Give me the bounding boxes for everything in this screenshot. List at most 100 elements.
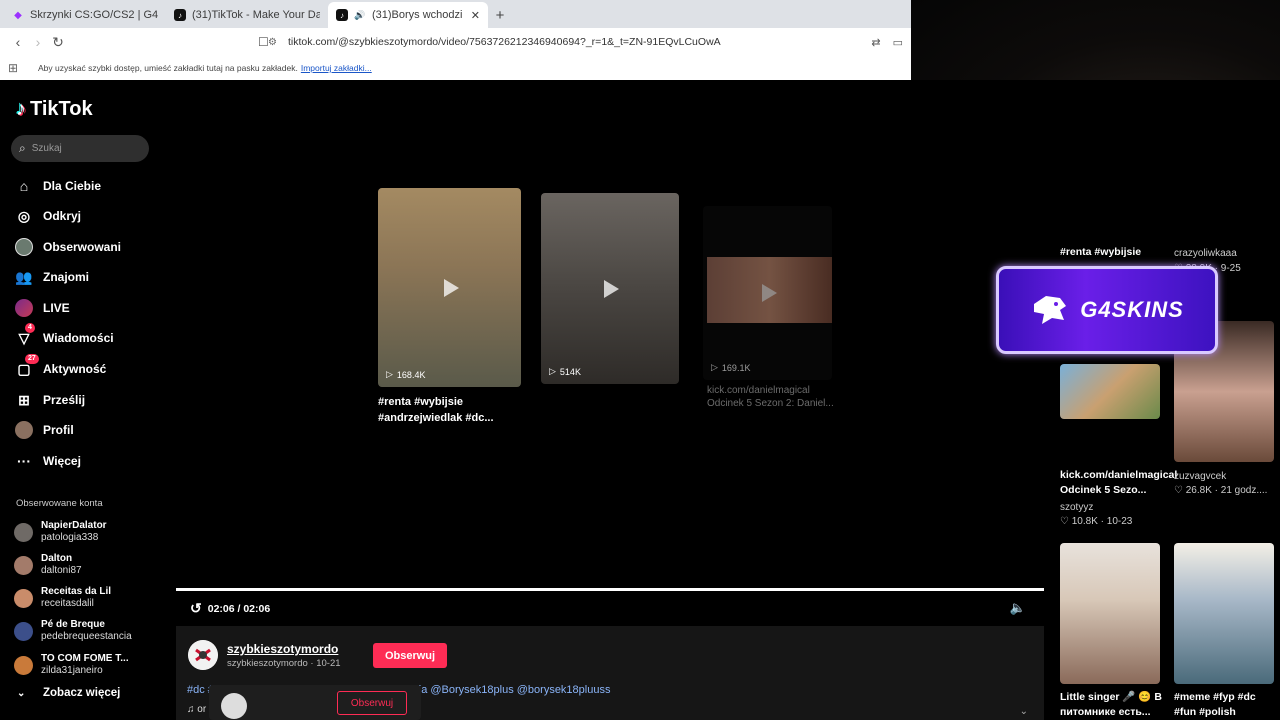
account-handle: pedebrequeestancia <box>41 631 132 642</box>
recommended-title[interactable]: #meme #fyp #dc #fun #polish <box>1174 690 1278 720</box>
bookmark-icon[interactable]: ☐ <box>258 35 272 49</box>
related-video-card[interactable]: ▷ 169.1K <box>703 206 832 380</box>
author-avatar-image <box>188 640 218 670</box>
follow-button[interactable]: Obserwuj <box>373 643 447 668</box>
bookmarks-bar: ⊞ Aby uzyskać szybki dostęp, umieść zakł… <box>0 56 911 80</box>
nav-friends[interactable]: 👥 Znajomi <box>15 264 89 290</box>
nav-following[interactable]: Obserwowani <box>15 234 121 260</box>
nav-live[interactable]: LIVE <box>15 295 70 321</box>
account-name: Receitas da Lil <box>41 586 112 597</box>
tab-title: (31)TikTok - Make Your Day <box>192 9 320 21</box>
nav-label: Więcej <box>43 454 81 468</box>
avatar <box>14 522 33 542</box>
tab-bar: ◆ Skrzynki CS:GO/CS2 | G4Skins Case o ♪ … <box>0 0 911 28</box>
messages-badge: 4 <box>25 323 35 333</box>
url-text: tiktok.com/@szybkieszotymordo/video/7563… <box>288 36 721 48</box>
g4skins-lion-icon <box>1034 296 1067 324</box>
video-player[interactable]: ▷ 168.4K #renta #wybijsie #andrzejwiedlak… <box>176 80 1044 588</box>
related-video-caption[interactable]: #renta #wybijsie #andrzejwiedlak #dc... <box>378 394 528 426</box>
see-more-button[interactable]: ⌄ Zobacz więcej <box>17 687 120 699</box>
recommended-title[interactable]: Little singer 🎤 😊 В питомнике есть... <box>1060 690 1164 720</box>
view-count: ▷ 169.1K <box>711 362 750 373</box>
nav-messages[interactable]: ▽ 4 Wiadomości <box>15 323 114 351</box>
tiktok-favicon-icon: ♪ <box>174 9 186 21</box>
nav-profile[interactable]: Profil <box>15 417 74 443</box>
recommended-stats: ♡ 26.8K · 21 godz.... <box>1174 485 1268 496</box>
back-icon[interactable]: ‹ <box>8 34 28 50</box>
nav-label: LIVE <box>43 301 70 315</box>
avatar <box>221 693 247 719</box>
reload-icon[interactable]: ↻ <box>48 34 68 51</box>
recommended-user[interactable]: szotyyz <box>1060 500 1093 515</box>
account-name: Pé de Breque <box>41 619 105 630</box>
play-icon <box>604 279 619 298</box>
volume-icon[interactable]: 🔈 <box>1010 600 1026 616</box>
nav-explore[interactable]: ◎ Odkryj <box>15 203 81 229</box>
time-display: 02:06 / 02:06 <box>207 602 271 615</box>
recommended-title[interactable]: kick.com/danielmagical Odcinek 5 Sezo... <box>1060 468 1177 498</box>
search-input[interactable]: ⌕ Szukaj <box>11 135 149 162</box>
close-tab-icon[interactable]: ✕ <box>471 9 480 22</box>
apps-grid-icon[interactable]: ⊞ <box>8 61 22 75</box>
tiktok-logo[interactable]: ♪ TikTok <box>16 98 93 121</box>
g4skins-banner: G4SKINS <box>996 266 1218 354</box>
author-name-link[interactable]: szybkieszotymordo <box>227 642 338 656</box>
cast-icon[interactable]: ▭ <box>893 36 903 49</box>
related-video-card[interactable]: ▷ 168.4K <box>378 188 521 387</box>
g4skins-logo-text: G4SKINS <box>1080 297 1184 322</box>
forward-icon[interactable]: › <box>28 34 48 50</box>
followed-account[interactable]: Receitas da Lil receitasdalil <box>14 586 111 610</box>
recommended-user[interactable]: crazyoliwkaaa <box>1174 246 1237 261</box>
tab-tiktok-home[interactable]: ♪ (31)TikTok - Make Your Day <box>166 2 328 28</box>
followed-account[interactable]: NapierDalator patologia338 <box>14 520 107 544</box>
nav-upload[interactable]: ⊞ Prześlij <box>15 387 85 413</box>
followed-account[interactable]: TO COM FOME T... zilda31janeiro <box>14 653 129 677</box>
recommended-title[interactable]: #renta #wybijsie <box>1060 245 1141 260</box>
play-small-icon: ▷ <box>711 362 718 372</box>
avatar <box>14 621 33 641</box>
nav-more[interactable]: ··· Więcej <box>15 448 81 474</box>
friends-icon: 👥 <box>15 268 33 285</box>
chevron-down-icon[interactable]: ⌄ <box>1020 706 1028 717</box>
translate-icon[interactable]: ⇄ <box>871 36 880 49</box>
account-handle: receitasdalil <box>41 598 94 609</box>
send-icon: ▽ 4 <box>15 323 35 347</box>
account-handle: zilda31janeiro <box>41 665 103 676</box>
nav-activity[interactable]: ▢ 27 Aktywność <box>15 354 107 382</box>
nav-label: Dla Ciebie <box>43 179 102 193</box>
chevron-down-icon: ⌄ <box>17 687 26 699</box>
tiktok-logo-icon: ♪ <box>16 98 26 120</box>
views-label: 169.1K <box>721 362 751 373</box>
hover-follow-button[interactable]: Obserwuj <box>337 691 407 715</box>
profile-avatar-icon <box>15 421 33 439</box>
views-label: 168.4K <box>396 369 426 380</box>
view-count: ▷ 514K <box>549 366 581 377</box>
replay-icon[interactable]: ↺ <box>190 600 202 617</box>
play-icon <box>443 278 459 297</box>
related-video-card[interactable]: ▷ 514K <box>541 193 679 384</box>
nav-label: Znajomi <box>43 270 90 284</box>
author-avatar[interactable] <box>188 640 218 670</box>
url-field[interactable]: ⚙ tiktok.com/@szybkieszotymordo/video/75… <box>268 36 859 48</box>
logo-text: TikTok <box>30 98 93 120</box>
tab-g4skins[interactable]: ◆ Skrzynki CS:GO/CS2 | G4Skins Case o <box>4 2 166 28</box>
recommended-thumbnail[interactable] <box>1174 543 1274 684</box>
recommended-thumbnail[interactable] <box>1060 543 1160 684</box>
account-handle: patologia338 <box>41 532 99 543</box>
author-hover-card: Obserwuj <box>209 685 421 720</box>
new-tab-button[interactable]: + <box>488 2 512 28</box>
play-icon <box>761 284 777 302</box>
nav-for-you[interactable]: ⌂ Dla Ciebie <box>15 173 101 199</box>
import-bookmarks-link[interactable]: Importuj zakładki... <box>301 63 372 73</box>
recommended-user[interactable]: zuzvagvcek <box>1174 469 1226 484</box>
followed-account[interactable]: Pé de Breque pedebrequeestancia <box>14 619 132 643</box>
recommended-thumbnail[interactable] <box>1060 364 1160 419</box>
related-video-caption[interactable]: kick.com/danielmagical Odcinek 5 Sezon 2… <box>707 384 837 410</box>
nav-label: Prześlij <box>43 393 86 407</box>
music-label[interactable]: ♫ or <box>187 704 206 715</box>
followed-account[interactable]: Dalton daltoni87 <box>14 553 82 577</box>
recommended-stats: ♡ 10.8K · 10-23 <box>1060 516 1133 527</box>
tab-tiktok-video[interactable]: ♪ 🔊 (31)Borys wchodzi w bójkę z ✕ <box>328 2 488 28</box>
nav-label: Aktywność <box>43 362 107 376</box>
avatar-icon <box>15 238 33 256</box>
